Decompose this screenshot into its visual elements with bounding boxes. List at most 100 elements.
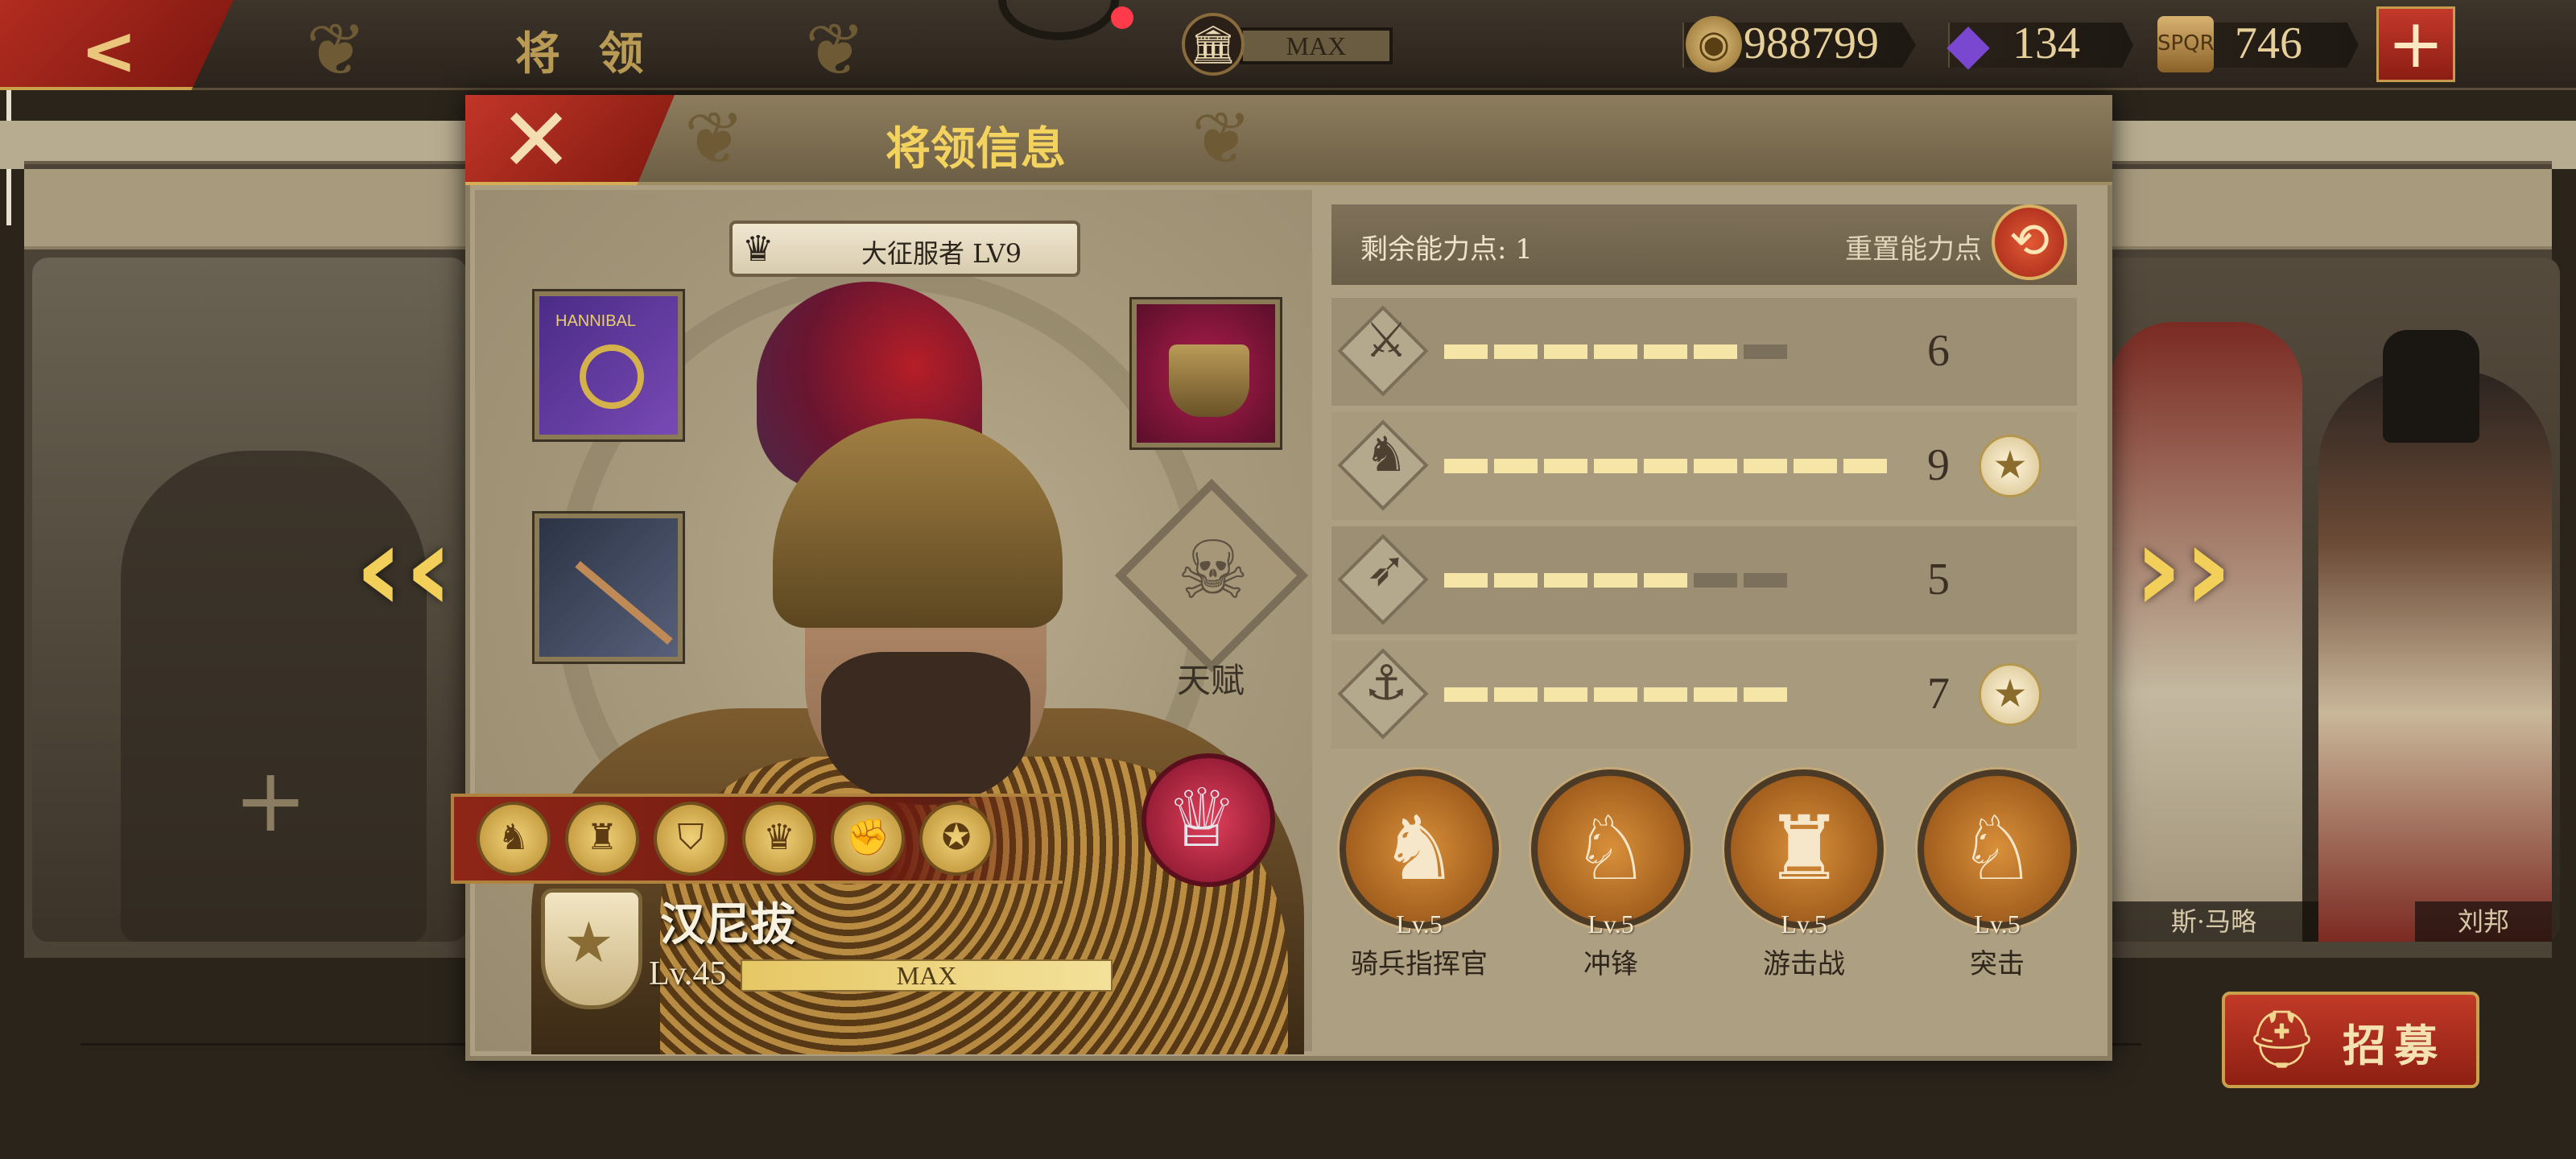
- spear-icon: [575, 560, 673, 645]
- modal-title: 将领信息: [886, 122, 1066, 175]
- stat-bar-segment: [1544, 344, 1587, 359]
- laurel-star-icon: ★: [1979, 663, 2041, 726]
- banner-equipment-slot[interactable]: HANNIBAL: [535, 291, 683, 439]
- skill-name: 骑兵指挥官: [1351, 948, 1488, 980]
- laurel-left-icon: ❦: [684, 97, 745, 181]
- stat-bar-segment: [1544, 459, 1587, 473]
- stat-bar-segment: [1644, 687, 1687, 702]
- laurel-right-icon: ❦: [1191, 97, 1253, 181]
- notification-dot: [1111, 6, 1133, 29]
- general-name-liubang: 刘邦: [2415, 901, 2552, 942]
- star-icon: ★: [564, 909, 614, 975]
- silver-crown-icon: ♕: [1166, 771, 1238, 865]
- stat-row[interactable]: ➶ 5: [1331, 526, 2077, 634]
- exp-label: MAX: [896, 961, 957, 990]
- stat-bar-segment: [1544, 687, 1587, 702]
- add-resource-button[interactable]: +: [2376, 6, 2455, 82]
- stat-value: 7: [1927, 669, 1950, 719]
- stat-value: 9: [1927, 440, 1950, 490]
- stat-bar-segment: [1644, 573, 1687, 588]
- stat-bar-segment: [1444, 344, 1488, 359]
- close-icon[interactable]: ✕: [499, 95, 573, 185]
- stat-bar-segment: [1744, 459, 1787, 473]
- spear-equipment-slot[interactable]: [535, 514, 683, 662]
- medal-icon[interactable]: ✪: [919, 802, 993, 876]
- banner-emblem-icon: [580, 344, 644, 409]
- stat-value: 6: [1927, 326, 1950, 376]
- rank-label: 大征服者 LV9: [861, 238, 1022, 269]
- stat-bar-segment: [1694, 344, 1737, 359]
- assault-icon: ♘: [1957, 797, 2037, 900]
- stat-bar-segment: [1494, 687, 1538, 702]
- cauldron-icon: [1169, 344, 1249, 417]
- cavalry-commander-icon: ♞: [1379, 797, 1459, 900]
- stat-bar-segment: [1694, 573, 1737, 588]
- charge-icon: ♘: [1571, 797, 1651, 900]
- stat-bar-segment: [1444, 459, 1488, 473]
- skill-level: Lv.5: [1587, 909, 1634, 938]
- stat-bar-segment: [1594, 573, 1637, 588]
- remaining-points-label: 剩余能力点: 1: [1360, 233, 1533, 266]
- museum-icon[interactable]: 🏛: [1182, 13, 1245, 76]
- medal-icon[interactable]: ⛉: [654, 802, 728, 876]
- medal-icon[interactable]: ✊: [831, 802, 905, 876]
- spqr-token-icon: SPQR: [2157, 16, 2215, 72]
- stat-row[interactable]: ⚔ 6: [1331, 298, 2077, 406]
- skill-name: 冲锋: [1583, 948, 1638, 980]
- skill-name: 游击战: [1763, 948, 1845, 980]
- stat-bar-segment: [1744, 573, 1787, 588]
- next-general-arrow[interactable]: ››: [2133, 499, 2233, 639]
- stat-bar-segment: [1444, 687, 1488, 702]
- stat-bar-segment: [1594, 687, 1637, 702]
- gem-icon: ◆: [1946, 10, 1990, 76]
- laurel-star-icon: ★: [1979, 435, 2041, 497]
- skill-level: Lv.5: [1974, 909, 2021, 938]
- crown-icon: ♛: [742, 229, 774, 270]
- prev-general-arrow[interactable]: ‹‹: [354, 499, 454, 639]
- reset-points-label: 重置能力点: [1845, 233, 1982, 266]
- horse-skull-icon: ☠: [1177, 523, 1249, 617]
- stat-bar-segment: [1494, 459, 1538, 473]
- stat-row[interactable]: ⚓ 7 ★: [1331, 641, 2077, 749]
- general-name-marius: 斯·马略: [2109, 901, 2318, 942]
- stat-bar-segment: [1544, 573, 1587, 588]
- bow-icon: ➶: [1365, 541, 1407, 597]
- anchor-icon: ⚓: [1364, 655, 1408, 711]
- stat-bar-segment: [1744, 687, 1787, 702]
- stat-bar-segment: [1494, 344, 1538, 359]
- stat-bar-segment: [1594, 459, 1637, 473]
- banner-text: HANNIBAL: [555, 312, 637, 330]
- guerrilla-icon: ♜: [1764, 797, 1844, 900]
- general-portrait-liubang: [2318, 370, 2552, 942]
- add-general-plus-icon[interactable]: +: [233, 749, 308, 852]
- gem-value: 134: [2013, 19, 2080, 68]
- coin-value: 988799: [1744, 19, 1879, 68]
- sword-icon: ⚔: [1364, 312, 1408, 369]
- page-title: 将 领: [515, 27, 655, 80]
- medal-icon[interactable]: ♞: [477, 802, 551, 876]
- skill-level: Lv.5: [1396, 909, 1443, 938]
- stat-bar-segment: [1694, 687, 1737, 702]
- medal-icon[interactable]: ♜: [565, 802, 639, 876]
- stat-bar-segment: [1644, 344, 1687, 359]
- laurel-right-icon: ❦: [805, 8, 866, 93]
- skill-level: Lv.5: [1781, 909, 1827, 938]
- stat-value: 5: [1927, 555, 1950, 604]
- skill-name: 突击: [1970, 948, 2025, 980]
- stat-bar-segment: [1744, 344, 1787, 359]
- cauldron-treasure-slot[interactable]: [1132, 299, 1280, 448]
- general-hat: [2383, 330, 2479, 443]
- talent-label: 天赋: [1177, 661, 1245, 700]
- museum-level-bar: MAX: [1240, 27, 1393, 64]
- medal-icon[interactable]: ♛: [742, 802, 816, 876]
- stat-bar-segment: [1594, 344, 1637, 359]
- laurel-left-icon: ❦: [306, 8, 367, 93]
- reset-points-button[interactable]: ⟲: [1992, 204, 2067, 280]
- back-arrow-icon: <: [80, 11, 138, 90]
- stat-bar-segment: [1494, 573, 1538, 588]
- horse-icon: ♞: [1364, 427, 1408, 483]
- stat-bar-segment: [1694, 459, 1737, 473]
- stat-row[interactable]: ♞ 9 ★: [1331, 412, 2077, 520]
- hero-beard: [821, 652, 1030, 805]
- helmet-plus-icon: ⛑: [2246, 1006, 2318, 1072]
